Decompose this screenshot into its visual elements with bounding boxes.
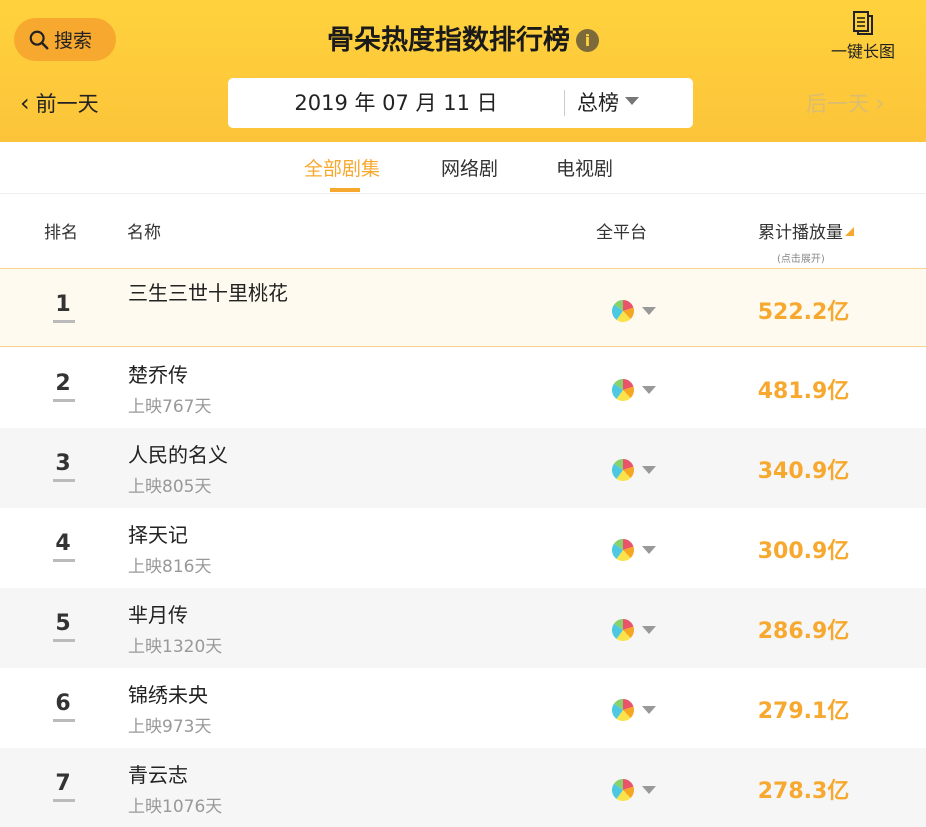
active-tab-indicator (330, 188, 360, 192)
play-count: 300.9亿 (757, 539, 850, 564)
prev-day-button[interactable]: ‹ 前一天 (20, 88, 99, 118)
play-count: 481.9亿 (757, 379, 850, 404)
caret-down-icon[interactable] (642, 786, 656, 794)
date-selector: 2019 年 07 月 11 日 总榜 (228, 78, 693, 128)
chevron-left-icon: ‹ (20, 89, 30, 117)
table-row[interactable]: 2 楚乔传上映767天 481.9亿 (0, 348, 926, 428)
date-picker[interactable]: 2019 年 07 月 11 日 (228, 78, 564, 128)
col-header-name: 名称 (127, 223, 161, 243)
rank-number: 7 (55, 771, 71, 796)
days-on-air: 上映816天 (128, 557, 212, 577)
rank-underline (53, 639, 75, 642)
series-name: 芈月传 (128, 603, 188, 627)
next-day-button[interactable]: 后一天 › (806, 88, 885, 118)
long-image-button[interactable]: 一键长图 (826, 10, 900, 62)
caret-down-icon[interactable] (642, 626, 656, 634)
chevron-right-icon: › (875, 89, 885, 117)
rank-underline (53, 719, 75, 722)
divider (564, 90, 565, 116)
table-row[interactable]: 1 三生三世十里桃花 522.2亿 (0, 268, 926, 347)
rank-number: 3 (55, 451, 71, 476)
board-dropdown[interactable]: 总榜 (577, 78, 639, 128)
sort-icon (845, 227, 854, 236)
days-on-air: 上映767天 (128, 397, 212, 417)
col-header-plays[interactable]: 累计播放量 (758, 218, 854, 243)
days-on-air: 上映1320天 (128, 637, 223, 657)
table-row[interactable]: 5 芈月传上映1320天 286.9亿 (0, 588, 926, 668)
table-row[interactable]: 4 择天记上映816天 300.9亿 (0, 508, 926, 588)
table-row[interactable]: 7 青云志上映1076天 278.3亿 (0, 748, 926, 827)
days-on-air: 上映1076天 (128, 797, 223, 817)
caret-down-icon[interactable] (642, 306, 656, 315)
rank-underline (53, 399, 75, 402)
table-row[interactable]: 3 人民的名义上映805天 340.9亿 (0, 428, 926, 508)
rank-number: 5 (55, 611, 71, 636)
tab-all-series[interactable]: 全部剧集 (304, 154, 380, 181)
tab-web-series[interactable]: 网络剧 (441, 154, 498, 181)
series-name: 择天记 (128, 523, 188, 547)
caret-down-icon[interactable] (642, 706, 656, 714)
series-name: 楚乔传 (128, 363, 188, 387)
pie-chart-icon (612, 539, 634, 561)
document-icon (853, 11, 873, 35)
caret-down-icon[interactable] (642, 466, 656, 474)
col-header-plays-label: 累计播放量 (758, 223, 843, 243)
rank-underline (53, 479, 75, 482)
category-tabs: 全部剧集 网络剧 电视剧 (0, 142, 926, 194)
rank-underline (53, 799, 75, 802)
pie-chart-icon (612, 619, 634, 641)
days-on-air: 上映973天 (128, 717, 212, 737)
col-header-platform: 全平台 (596, 223, 647, 243)
prev-day-label: 前一天 (35, 92, 99, 116)
caret-down-icon (625, 97, 639, 105)
rank-number: 2 (55, 371, 71, 396)
play-count: 286.9亿 (757, 619, 850, 644)
next-day-label: 后一天 (806, 92, 869, 116)
rank-number: 1 (55, 291, 71, 317)
page-title: 骨朵热度指数排行榜 (327, 25, 570, 56)
col-header-plays-hint[interactable]: (点击展开) (777, 250, 825, 265)
rank-number: 6 (55, 691, 71, 716)
caret-down-icon[interactable] (642, 546, 656, 554)
series-name: 人民的名义 (128, 443, 228, 467)
rank-number: 4 (55, 531, 71, 556)
play-count: 340.9亿 (757, 459, 850, 484)
col-header-rank: 排名 (44, 223, 78, 243)
series-name: 青云志 (128, 763, 188, 787)
days-on-air: 上映805天 (128, 477, 212, 497)
pie-chart-icon (612, 379, 634, 401)
caret-down-icon[interactable] (642, 386, 656, 394)
page-title-row: 骨朵热度指数排行榜 i (0, 22, 926, 60)
top-header: 搜索 骨朵热度指数排行榜 i 一键长图 ‹ 前一天 2019 年 07 月 11 … (0, 0, 926, 142)
play-count: 522.2亿 (757, 299, 850, 325)
pie-chart-icon (612, 699, 634, 721)
info-icon[interactable]: i (576, 29, 599, 52)
pie-chart-icon (612, 779, 634, 801)
table-row[interactable]: 6 锦绣未央上映973天 279.1亿 (0, 668, 926, 748)
long-image-label: 一键长图 (830, 42, 895, 61)
series-name: 锦绣未央 (128, 683, 208, 707)
pie-chart-icon (612, 459, 634, 481)
play-count: 279.1亿 (757, 699, 850, 724)
board-label: 总榜 (577, 91, 619, 115)
tab-tv-series[interactable]: 电视剧 (556, 154, 613, 181)
series-name: 三生三世十里桃花 (128, 281, 288, 305)
pie-chart-icon (612, 299, 634, 322)
play-count: 278.3亿 (757, 779, 850, 804)
rank-underline (53, 319, 75, 323)
rank-underline (53, 559, 75, 562)
